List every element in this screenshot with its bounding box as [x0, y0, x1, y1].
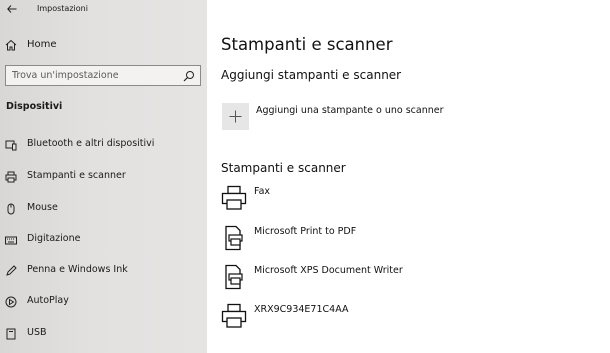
printer-item-fax[interactable]: Fax: [221, 185, 601, 215]
home-icon: [5, 39, 17, 51]
page-title: Stampanti e scanner: [221, 35, 393, 54]
sidebar-item-label: Bluetooth e altri dispositivi: [27, 138, 155, 149]
printer-name: Microsoft Print to PDF: [254, 226, 357, 237]
add-section-title: Aggiungi stampanti e scanner: [221, 68, 402, 82]
home-nav-item[interactable]: Home: [0, 34, 207, 56]
printer-item-pdf[interactable]: Microsoft Print to PDF: [221, 225, 601, 255]
sidebar: Impostazioni Home Dispositivi Bluetooth …: [0, 0, 207, 353]
printer-item-xps[interactable]: Microsoft XPS Document Writer: [221, 264, 601, 294]
sidebar-item-bluetooth[interactable]: Bluetooth e altri dispositivi: [0, 134, 207, 156]
printer-name: XRX9C934E71C4AA: [254, 304, 349, 315]
document-printer-icon: [225, 225, 243, 251]
search-box[interactable]: [5, 65, 201, 86]
printer-name: Fax: [254, 186, 271, 197]
autoplay-icon: [5, 296, 17, 308]
sidebar-item-autoplay[interactable]: AutoPlay: [0, 291, 207, 313]
search-icon[interactable]: [183, 70, 195, 82]
back-button[interactable]: [4, 2, 20, 16]
printer-item-xrx[interactable]: XRX9C934E71C4AA: [221, 303, 601, 333]
sidebar-item-typing[interactable]: Digitazione: [0, 229, 207, 251]
pen-icon: [6, 265, 17, 276]
sidebar-item-usb[interactable]: USB: [0, 323, 207, 345]
plus-icon: [229, 110, 242, 123]
title-bar: Impostazioni: [0, 0, 207, 20]
fax-printer-icon: [221, 185, 247, 210]
sidebar-item-label: Digitazione: [27, 233, 81, 244]
search-input[interactable]: [12, 69, 172, 82]
sidebar-item-label: Stampanti e scanner: [27, 170, 126, 181]
mouse-icon: [7, 203, 15, 215]
bluetooth-icon: [5, 140, 17, 151]
home-label: Home: [27, 39, 57, 50]
section-title-dispositivi: Dispositivi: [6, 101, 63, 112]
printer-name: Microsoft XPS Document Writer: [254, 265, 403, 276]
sidebar-item-label: USB: [27, 327, 47, 338]
sidebar-item-label: Penna e Windows Ink: [27, 264, 128, 275]
usb-icon: [6, 328, 16, 340]
add-printer-label[interactable]: Aggiungi una stampante o uno scanner: [256, 105, 444, 116]
app-title: Impostazioni: [37, 4, 88, 13]
back-arrow-icon: [7, 5, 17, 13]
sidebar-item-label: Mouse: [27, 202, 58, 213]
sidebar-item-printers[interactable]: Stampanti e scanner: [0, 166, 207, 188]
printers-list-title: Stampanti e scanner: [221, 161, 346, 175]
sidebar-item-mouse[interactable]: Mouse: [0, 198, 207, 220]
sidebar-item-label: AutoPlay: [27, 295, 69, 306]
printer-icon: [5, 171, 17, 183]
document-printer-icon: [225, 264, 243, 290]
printer-icon: [221, 303, 247, 328]
sidebar-item-pen[interactable]: Penna e Windows Ink: [0, 260, 207, 282]
keyboard-icon: [5, 236, 17, 245]
main-content: Stampanti e scanner Aggiungi stampanti e…: [207, 0, 610, 353]
add-printer-button[interactable]: [222, 103, 249, 130]
